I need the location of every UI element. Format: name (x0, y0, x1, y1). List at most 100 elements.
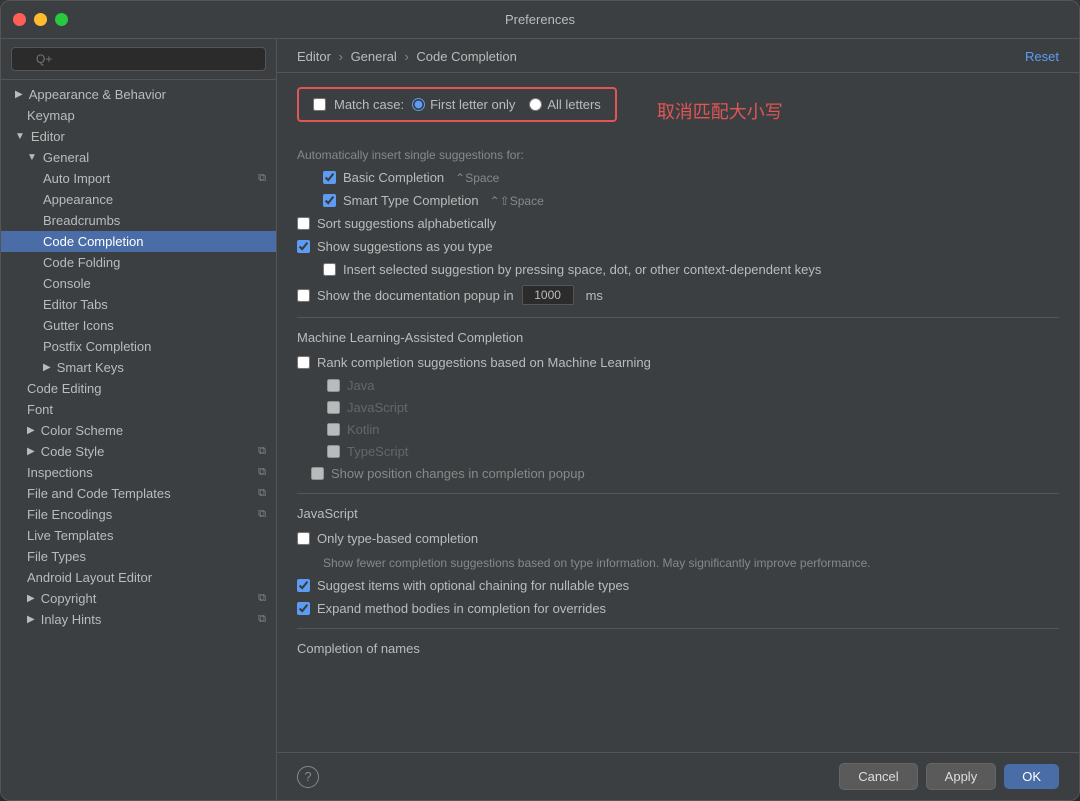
sidebar-item-appearance-behavior[interactable]: ▶ Appearance & Behavior (1, 84, 276, 105)
ml-position-changes-label[interactable]: Show position changes in completion popu… (311, 466, 585, 481)
show-suggestions-label[interactable]: Show suggestions as you type (297, 239, 493, 254)
sidebar-item-code-folding[interactable]: Code Folding (1, 252, 276, 273)
match-case-checkbox[interactable] (313, 98, 326, 111)
sort-alphabetically-checkbox[interactable] (297, 217, 310, 230)
sidebar-item-android-layout-editor[interactable]: Android Layout Editor (1, 567, 276, 588)
search-box: 🔍 (1, 39, 276, 80)
ml-rank-checkbox[interactable] (297, 356, 310, 369)
preferences-window: Preferences 🔍 ▶ Appearance & Behavior Ke… (0, 0, 1080, 801)
sidebar-item-breadcrumbs[interactable]: Breadcrumbs (1, 210, 276, 231)
sidebar-item-font[interactable]: Font (1, 399, 276, 420)
sidebar-item-inlay-hints[interactable]: ▶ Inlay Hints ⧉ (1, 609, 276, 630)
ml-kotlin-checkbox[interactable] (327, 423, 340, 436)
sidebar-item-auto-import[interactable]: Auto Import ⧉ (1, 168, 276, 189)
ml-kotlin-label[interactable]: Kotlin (327, 422, 380, 437)
sidebar-item-copyright[interactable]: ▶ Copyright ⧉ (1, 588, 276, 609)
copy-icon: ⧉ (258, 592, 266, 605)
sidebar-item-editor-tabs[interactable]: Editor Tabs (1, 294, 276, 315)
ml-section: Machine Learning-Assisted Completion Ran… (297, 330, 1059, 481)
popup-ms-input[interactable] (522, 285, 574, 305)
show-doc-popup-checkbox[interactable] (297, 289, 310, 302)
sidebar-item-file-types[interactable]: File Types (1, 546, 276, 567)
sidebar-item-code-editing[interactable]: Code Editing (1, 378, 276, 399)
cancel-button[interactable]: Cancel (839, 763, 917, 790)
ml-typescript-checkbox[interactable] (327, 445, 340, 458)
ml-javascript-label[interactable]: JavaScript (327, 400, 408, 415)
ml-java-checkbox[interactable] (327, 379, 340, 392)
apply-button[interactable]: Apply (926, 763, 997, 790)
radio-all-letters[interactable] (529, 98, 542, 111)
match-case-radio-group: First letter only All letters (412, 97, 601, 112)
js-nullable-checkbox[interactable] (297, 579, 310, 592)
basic-completion-checkbox[interactable] (323, 171, 336, 184)
minimize-button[interactable] (34, 13, 47, 26)
sidebar-item-color-scheme[interactable]: ▶ Color Scheme (1, 420, 276, 441)
insert-selected-row: Insert selected suggestion by pressing s… (297, 262, 1059, 277)
sidebar-item-general[interactable]: ▼ General (1, 147, 276, 168)
ok-button[interactable]: OK (1004, 764, 1059, 789)
reset-button[interactable]: Reset (1025, 49, 1059, 64)
js-section: JavaScript Only type-based completion Sh… (297, 506, 1059, 616)
sidebar-item-label: Breadcrumbs (43, 213, 120, 228)
ml-javascript-text: JavaScript (347, 400, 408, 415)
breadcrumb-part-1: Editor (297, 49, 331, 64)
insert-selected-checkbox[interactable] (323, 263, 336, 276)
ml-java-label[interactable]: Java (327, 378, 374, 393)
sidebar-item-label: Font (27, 402, 53, 417)
radio-first-letter[interactable] (412, 98, 425, 111)
insert-selected-label[interactable]: Insert selected suggestion by pressing s… (323, 262, 821, 277)
js-type-based-checkbox[interactable] (297, 532, 310, 545)
smart-type-completion-checkbox[interactable] (323, 194, 336, 207)
sidebar-item-appearance[interactable]: Appearance (1, 189, 276, 210)
sidebar-item-editor[interactable]: ▼ Editor (1, 126, 276, 147)
sidebar: 🔍 ▶ Appearance & Behavior Keymap ▼ Edito… (1, 39, 277, 800)
sidebar-item-code-completion[interactable]: Code Completion (1, 231, 276, 252)
sidebar-item-console[interactable]: Console (1, 273, 276, 294)
sidebar-item-file-encodings[interactable]: File Encodings ⧉ (1, 504, 276, 525)
breadcrumb-part-2: General (351, 49, 397, 64)
sidebar-item-label: Live Templates (27, 528, 113, 543)
collapse-icon: ▶ (43, 362, 51, 373)
basic-completion-label[interactable]: Basic Completion ⌃Space (323, 170, 499, 185)
collapse-icon: ▼ (27, 152, 37, 163)
search-input[interactable] (11, 47, 266, 71)
smart-type-completion-label[interactable]: Smart Type Completion ⌃⇧Space (323, 193, 544, 208)
copy-icon: ⧉ (258, 466, 266, 479)
maximize-button[interactable] (55, 13, 68, 26)
show-doc-popup-label[interactable]: Show the documentation popup in (297, 288, 514, 303)
divider-3 (297, 628, 1059, 629)
sort-alphabetically-text: Sort suggestions alphabetically (317, 216, 496, 231)
titlebar: Preferences (1, 1, 1079, 39)
ml-rank-label[interactable]: Rank completion suggestions based on Mac… (297, 355, 651, 370)
js-type-based-label[interactable]: Only type-based completion (297, 531, 478, 546)
js-nullable-label[interactable]: Suggest items with optional chaining for… (297, 578, 629, 593)
smart-type-completion-shortcut: ⌃⇧Space (490, 194, 544, 208)
radio-all-letters-label[interactable]: All letters (529, 97, 600, 112)
js-expand-method-checkbox[interactable] (297, 602, 310, 615)
sidebar-item-inspections[interactable]: Inspections ⧉ (1, 462, 276, 483)
js-type-based-row: Only type-based completion (297, 531, 1059, 546)
sort-alphabetically-label[interactable]: Sort suggestions alphabetically (297, 216, 496, 231)
sidebar-item-postfix-completion[interactable]: Postfix Completion (1, 336, 276, 357)
sidebar-item-label: Appearance (43, 192, 113, 207)
close-button[interactable] (13, 13, 26, 26)
sidebar-item-code-style[interactable]: ▶ Code Style ⧉ (1, 441, 276, 462)
copy-icon: ⧉ (258, 613, 266, 626)
sidebar-item-label: Code Completion (43, 234, 143, 249)
auto-insert-label: Automatically insert single suggestions … (297, 148, 1059, 162)
sidebar-item-live-templates[interactable]: Live Templates (1, 525, 276, 546)
help-button[interactable]: ? (297, 766, 319, 788)
radio-first-letter-label[interactable]: First letter only (412, 97, 515, 112)
ml-javascript-checkbox[interactable] (327, 401, 340, 414)
footer-right: Cancel Apply OK (839, 763, 1059, 790)
sidebar-item-keymap[interactable]: Keymap (1, 105, 276, 126)
sidebar-item-smart-keys[interactable]: ▶ Smart Keys (1, 357, 276, 378)
sidebar-item-file-code-templates[interactable]: File and Code Templates ⧉ (1, 483, 276, 504)
ml-typescript-row: TypeScript (297, 444, 1059, 459)
ml-typescript-label[interactable]: TypeScript (327, 444, 408, 459)
match-case-label[interactable]: Match case: (334, 97, 404, 112)
ml-position-changes-checkbox[interactable] (311, 467, 324, 480)
sidebar-item-gutter-icons[interactable]: Gutter Icons (1, 315, 276, 336)
show-suggestions-checkbox[interactable] (297, 240, 310, 253)
js-expand-method-label[interactable]: Expand method bodies in completion for o… (297, 601, 606, 616)
